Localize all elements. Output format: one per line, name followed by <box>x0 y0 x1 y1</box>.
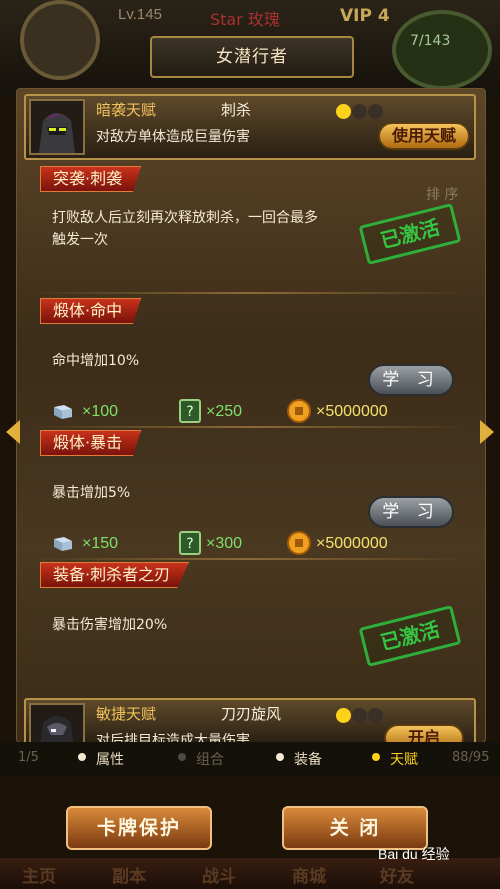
cost-gold: ×5000000 <box>316 403 388 420</box>
tab-dot-talent <box>372 753 380 761</box>
nav-home[interactable]: 主页 <box>22 862 56 887</box>
tab-dot-equipment <box>276 753 284 761</box>
hero-portrait-icon <box>31 705 83 744</box>
section-header-accuracy: 煅体·命中 <box>40 298 142 324</box>
next-arrow-icon[interactable] <box>480 420 494 444</box>
level-dot-3 <box>368 104 383 119</box>
talent-card-blade-whirl: 敏捷天赋 刀刃旋风 对后排目标造成大量伤害 开启 <box>24 698 476 746</box>
learn-button-crit[interactable]: 学 习 <box>368 496 454 528</box>
card-icon: ? <box>177 398 203 428</box>
card-icon: ? <box>177 530 203 560</box>
cost-gold: ×5000000 <box>316 535 388 552</box>
gem-frame <box>392 10 492 90</box>
divider <box>30 558 470 560</box>
talent-description: 对敌方单体造成巨量伤害 <box>96 129 250 145</box>
level-dot-2 <box>352 104 367 119</box>
talent-skill: 刀刃旋风 <box>221 705 282 723</box>
watermark: Bai du 经验 <box>378 846 450 862</box>
tab-talent[interactable]: 天赋 <box>390 749 418 769</box>
section-text-blade: 暴击伤害增加20% <box>52 617 168 633</box>
divider <box>30 426 470 428</box>
window-title: 女潜行者 <box>150 36 354 78</box>
cost-book: ×150 <box>82 535 119 552</box>
talent-type: 敏捷天赋 <box>96 705 157 723</box>
section-text-accuracy: 命中增加10% <box>52 353 140 369</box>
gold-coin-icon <box>286 398 312 428</box>
tab-bar <box>0 742 500 776</box>
section-text-crit: 暴击增加5% <box>52 485 131 501</box>
prev-arrow-icon[interactable] <box>6 420 20 444</box>
section-text-raid-line2: 触发一次 <box>52 232 108 248</box>
player-name: Star 玫瑰 <box>210 10 280 29</box>
tab-equipment[interactable]: 装备 <box>294 749 322 769</box>
page-indicator-left: 1/5 <box>18 750 39 765</box>
nav-battle[interactable]: 战斗 <box>202 862 236 887</box>
learn-button-accuracy[interactable]: 学 习 <box>368 364 454 396</box>
cost-card: ×250 <box>206 403 243 420</box>
avatar-frame <box>20 0 100 80</box>
cost-book: ×100 <box>82 403 119 420</box>
tab-attributes[interactable]: 属性 <box>96 749 124 769</box>
vip-level: VIP 4 <box>340 6 390 26</box>
tab-dot-combo <box>178 753 186 761</box>
level-dot-1 <box>336 708 351 723</box>
talent-type: 暗袭天赋 <box>96 101 157 119</box>
card-protect-button[interactable]: 卡牌保护 <box>66 806 212 850</box>
divider <box>30 292 470 294</box>
hero-portrait <box>29 99 85 155</box>
nav-shop[interactable]: 商城 <box>292 862 326 887</box>
hero-portrait-icon <box>31 101 83 153</box>
nav-dungeon[interactable]: 副本 <box>112 862 146 887</box>
cost-card: ×300 <box>206 535 243 552</box>
talent-skill: 刺杀 <box>221 101 252 119</box>
level-dot-1 <box>336 104 351 119</box>
sort-label[interactable]: 排 序 <box>426 184 458 204</box>
tab-combo[interactable]: 组合 <box>196 749 224 769</box>
section-header-crit: 煅体·暴击 <box>40 430 142 456</box>
svg-text:?: ? <box>186 536 193 552</box>
level-dot-2 <box>352 708 367 723</box>
gold-coin-icon <box>286 530 312 560</box>
gem-count: 7/143 <box>410 33 451 49</box>
player-level: Lv.145 <box>118 6 162 23</box>
hero-portrait <box>29 703 85 744</box>
book-icon <box>52 533 74 559</box>
section-header-raid: 突袭·刺袭 <box>40 166 142 192</box>
use-talent-button[interactable]: 使用天赋 <box>378 122 470 150</box>
section-header-blade: 装备·刺杀者之刃 <box>40 562 190 588</box>
nav-friends[interactable]: 好友 <box>380 862 414 887</box>
section-text-raid-line1: 打败敌人后立刻再次释放刺杀，一回合最多 <box>52 210 318 226</box>
book-icon <box>52 401 74 427</box>
svg-text:?: ? <box>186 404 193 420</box>
tab-dot-attributes <box>78 753 86 761</box>
level-dot-3 <box>368 708 383 723</box>
talent-card-assassinate: 暗袭天赋 刺杀 对敌方单体造成巨量伤害 使用天赋 <box>24 94 476 160</box>
page-indicator-right: 88/95 <box>452 750 490 765</box>
